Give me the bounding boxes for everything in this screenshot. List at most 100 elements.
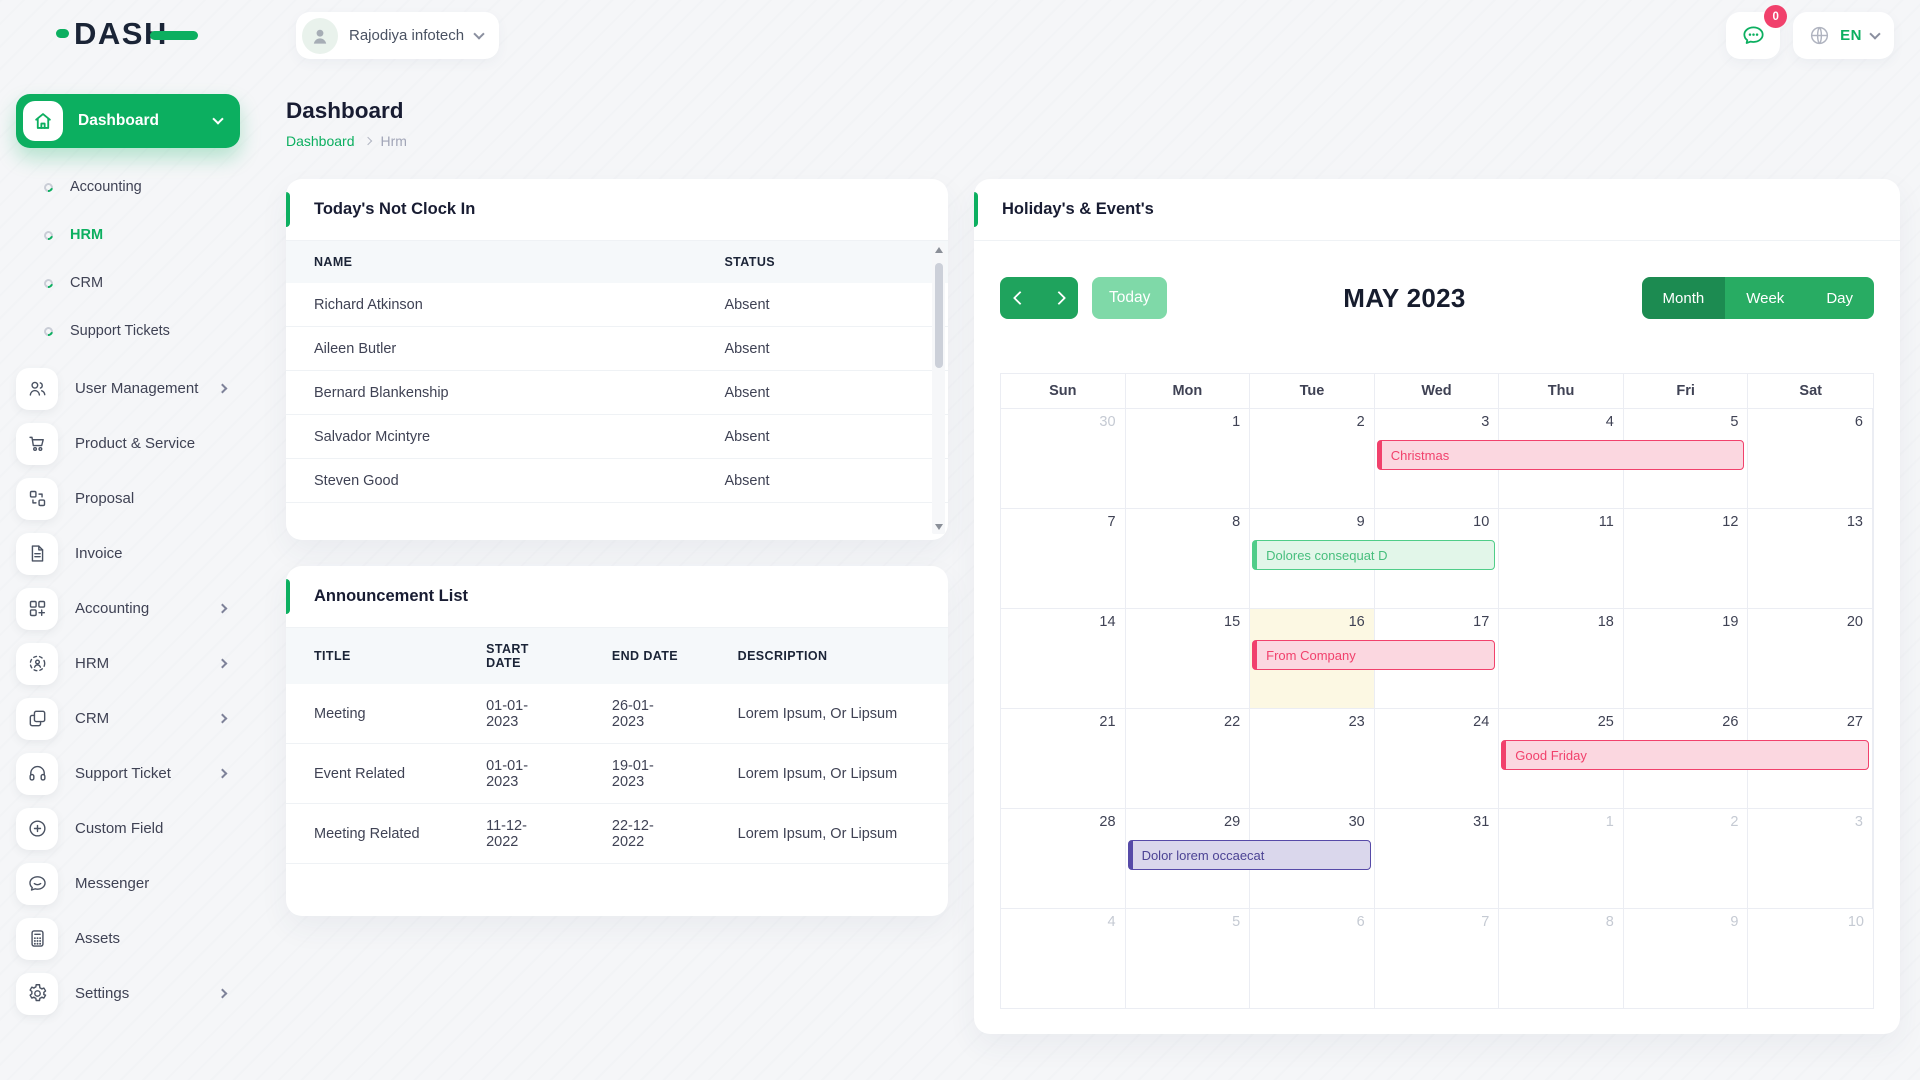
- table-cell: Absent: [696, 283, 948, 327]
- day-number: 16: [1349, 614, 1365, 630]
- day-number: 15: [1224, 614, 1240, 630]
- calendar-card: Holiday's & Event's Today MAY 2023: [974, 179, 1900, 1034]
- calendar-day-cell[interactable]: 10: [1748, 909, 1873, 1008]
- day-number: 10: [1473, 514, 1489, 530]
- calendar-day-cell[interactable]: 8: [1499, 909, 1624, 1008]
- sidebar-item-support-ticket[interactable]: Support Ticket: [0, 746, 256, 801]
- left-column: Today's Not Clock In NAMESTATUSRichard A…: [286, 179, 948, 916]
- sidebar-item-assets[interactable]: Assets: [0, 911, 256, 966]
- table-row: Steven GoodAbsent: [286, 459, 948, 503]
- calendar-day-cell[interactable]: 2: [1250, 409, 1375, 508]
- calendar-day-cell[interactable]: 1: [1126, 409, 1251, 508]
- calendar-event[interactable]: Dolores consequat D: [1252, 540, 1495, 570]
- language-selector[interactable]: EN: [1793, 12, 1894, 59]
- invoice-icon: [16, 533, 58, 575]
- announcement-card-title: Announcement List: [286, 566, 948, 628]
- calendar-day-cell[interactable]: 23: [1250, 709, 1375, 808]
- calendar-day-cell[interactable]: 12: [1624, 509, 1749, 608]
- day-number: 14: [1099, 614, 1115, 630]
- breadcrumb-link[interactable]: Dashboard: [286, 133, 355, 149]
- sidebar-item-user-management[interactable]: User Management: [0, 361, 256, 416]
- calendar-event[interactable]: From Company: [1252, 640, 1495, 670]
- calendar-prev-button[interactable]: [1000, 277, 1039, 319]
- sidebar-subitem-accounting[interactable]: Accounting: [0, 163, 256, 211]
- sidebar-item-accounting[interactable]: Accounting: [0, 581, 256, 636]
- notification-badge: 0: [1764, 5, 1787, 28]
- calendar-day-cell[interactable]: 14: [1001, 609, 1126, 708]
- calendar-day-cell[interactable]: 1: [1499, 809, 1624, 908]
- sidebar-item-messenger[interactable]: Messenger: [0, 856, 256, 911]
- scroll-down-icon[interactable]: [935, 524, 943, 530]
- calendar-day-cell[interactable]: 9: [1624, 909, 1749, 1008]
- sidebar-item-hrm[interactable]: HRM: [0, 636, 256, 691]
- calendar-day-cell[interactable]: 15: [1126, 609, 1251, 708]
- sidebar-subitem-label: Support Tickets: [70, 323, 170, 339]
- calendar-day-cell[interactable]: 31: [1375, 809, 1500, 908]
- calendar-day-cell[interactable]: 19: [1624, 609, 1749, 708]
- accounting-icon: [16, 588, 58, 630]
- calendar-week-row: 45678910: [1001, 908, 1873, 1008]
- scrollbar[interactable]: [932, 243, 945, 534]
- sidebar-subitem-support-tickets[interactable]: Support Tickets: [0, 307, 256, 355]
- chevron-left-icon: [1012, 291, 1026, 305]
- calendar-next-button[interactable]: [1039, 277, 1078, 319]
- clockin-card: Today's Not Clock In NAMESTATUSRichard A…: [286, 179, 948, 540]
- table-row: Bernard BlankenshipAbsent: [286, 371, 948, 415]
- calendar-day-cell[interactable]: 30: [1001, 409, 1126, 508]
- table-row: Event Related01-01-202319-01-2023Lorem I…: [286, 744, 948, 804]
- sidebar-submenu: AccountingHRMCRM Support Tickets: [0, 148, 256, 361]
- sidebar-item-custom-field[interactable]: Custom Field: [0, 801, 256, 856]
- calendar-grid: SunMonTueWedThuFriSat 30123456Christmas7…: [1000, 373, 1874, 1009]
- calendar-day-cell[interactable]: 7: [1001, 509, 1126, 608]
- sidebar-item-proposal[interactable]: Proposal: [0, 471, 256, 526]
- chevron-down-icon: [1869, 28, 1880, 39]
- calendar-day-cell[interactable]: 8: [1126, 509, 1251, 608]
- calendar-event[interactable]: Dolor lorem occaecat: [1128, 840, 1371, 870]
- column-header: NAME: [286, 241, 696, 283]
- table-cell: Richard Atkinson: [286, 283, 696, 327]
- calendar-day-cell[interactable]: 20: [1748, 609, 1873, 708]
- calendar-day-cell[interactable]: 22: [1126, 709, 1251, 808]
- content-row: Today's Not Clock In NAMESTATUSRichard A…: [286, 179, 1900, 1034]
- calendar-day-cell[interactable]: 4: [1001, 909, 1126, 1008]
- clockin-card-title: Today's Not Clock In: [286, 179, 948, 241]
- sidebar-item-product-service[interactable]: Product & Service: [0, 416, 256, 471]
- day-number: 3: [1481, 414, 1489, 430]
- sidebar-item-settings[interactable]: Settings: [0, 966, 256, 1021]
- messages-button[interactable]: 0: [1726, 12, 1780, 59]
- calendar-day-cell[interactable]: 6: [1250, 909, 1375, 1008]
- messenger-icon: [16, 863, 58, 905]
- calendar-day-cell[interactable]: 7: [1375, 909, 1500, 1008]
- calendar-day-cell[interactable]: 3: [1748, 809, 1873, 908]
- app-logo[interactable]: DASH: [56, 18, 198, 49]
- calendar-day-cell[interactable]: 13: [1748, 509, 1873, 608]
- calendar-event[interactable]: Good Friday: [1501, 740, 1869, 770]
- sidebar-subitem-hrm[interactable]: HRM: [0, 211, 256, 259]
- sidebar-item-dashboard[interactable]: Dashboard: [16, 94, 240, 148]
- sidebar-item-invoice[interactable]: Invoice: [0, 526, 256, 581]
- calendar-day-cell[interactable]: 21: [1001, 709, 1126, 808]
- calendar-day-cell[interactable]: 18: [1499, 609, 1624, 708]
- calendar-week-row: 78910111213Dolores consequat D: [1001, 508, 1873, 608]
- scroll-up-icon[interactable]: [935, 247, 943, 253]
- sidebar-subitem-crm[interactable]: CRM: [0, 259, 256, 307]
- calendar-day-cell[interactable]: 2: [1624, 809, 1749, 908]
- calendar-day-cell[interactable]: 6: [1748, 409, 1873, 508]
- calendar-view-week-button[interactable]: Week: [1725, 277, 1805, 319]
- home-icon: [23, 101, 63, 141]
- scrollbar-thumb[interactable]: [935, 263, 943, 368]
- sidebar-item-crm[interactable]: CRM: [0, 691, 256, 746]
- topbar-actions: 0 EN: [1726, 12, 1894, 59]
- calendar-day-cell[interactable]: 24: [1375, 709, 1500, 808]
- calendar-day-cell[interactable]: 5: [1126, 909, 1251, 1008]
- company-selector[interactable]: Rajodiya infotech: [296, 12, 499, 59]
- day-number: 20: [1847, 614, 1863, 630]
- calendar-event[interactable]: Christmas: [1377, 440, 1745, 470]
- calendar-day-cell[interactable]: 28: [1001, 809, 1126, 908]
- day-number: 1: [1606, 814, 1614, 830]
- calendar-view-month-button[interactable]: Month: [1642, 277, 1726, 319]
- calendar-day-cell[interactable]: 11: [1499, 509, 1624, 608]
- calendar-view-day-button[interactable]: Day: [1805, 277, 1874, 319]
- calendar-today-button[interactable]: Today: [1092, 277, 1167, 319]
- sidebar-item-label: HRM: [75, 655, 219, 672]
